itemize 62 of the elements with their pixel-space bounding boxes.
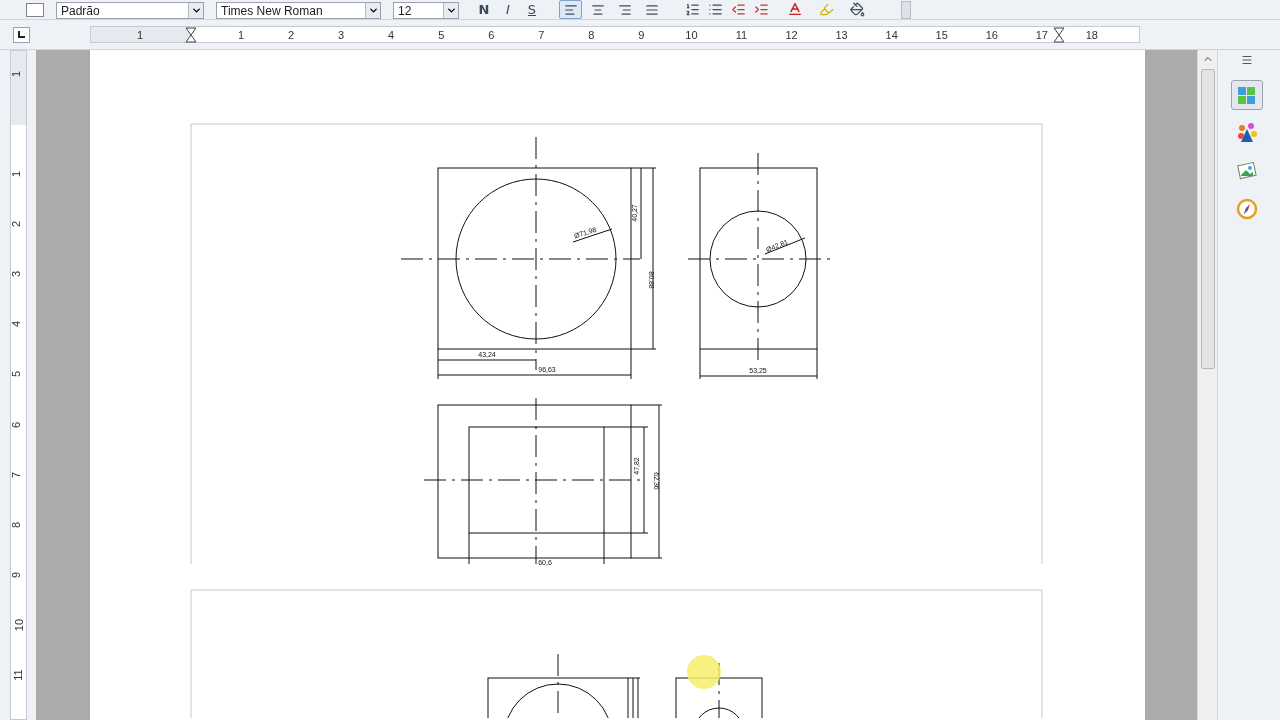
vertical-ruler[interactable]: 1 1 2 3 4 5 6 7 8 9 10 11 [9,50,27,720]
numbered-list-icon[interactable] [685,1,700,17]
ruler-number: 9 [10,571,22,578]
scrollbar-thumb[interactable] [1200,69,1215,369]
align-icon [590,2,605,17]
ruler-number: 4 [388,28,395,42]
ruler-number: 5 [10,371,22,378]
align-icon [617,2,632,17]
indent-marker-icon[interactable] [185,27,197,43]
decrease-indent-icon[interactable] [731,1,746,17]
ruler-number: 2 [10,221,22,228]
ruler-number: 1 [10,70,22,78]
ruler-number: 7 [538,28,545,42]
horizontal-ruler[interactable]: 1 1 2 3 4 5 6 7 8 9 10 11 12 13 14 15 16 17 18 [90,26,1140,43]
ruler-number: 14 [885,28,898,42]
ruler-number: 12 [785,28,798,42]
ruler-number: 2 [288,28,295,42]
format-button[interactable]: S [523,1,541,17]
ruler-number: 5 [438,28,445,42]
font-size-box[interactable]: 12 [393,2,459,19]
ruler-number: 3 [338,28,345,42]
vertical-scrollbar[interactable] [1197,50,1217,720]
font-name-box[interactable]: Times New Roman [216,2,381,19]
paint-bucket-icon[interactable] [850,1,865,17]
cursor-highlight [687,655,721,689]
ruler-number: 1 [237,28,245,42]
format-button[interactable]: I [499,1,517,17]
align-icon [563,2,578,17]
ruler-number: 11 [735,28,748,42]
align-button[interactable] [559,0,582,19]
increase-indent-icon[interactable] [754,1,769,17]
ruler-number: 1 [10,170,22,178]
ruler-number: 10 [685,28,698,42]
ruler-number: 18 [1085,28,1098,42]
ruler-number: 8 [588,28,595,42]
ruler-number: 10 [13,618,25,631]
bullet-list-icon[interactable] [708,1,723,17]
indent-marker-icon[interactable] [1053,27,1065,43]
sidebar-tab[interactable] [1230,80,1263,110]
styles-icon [1235,122,1258,144]
ruler-number: 13 [835,28,848,42]
ruler-number: 17 [1035,28,1048,42]
tab-stop-selector[interactable] [13,26,30,43]
ruler-number: 16 [985,28,998,42]
paragraph-style-box[interactable]: Padrão [56,2,204,19]
ruler-number: 9 [638,28,645,42]
font-color-icon[interactable] [787,1,803,17]
compass-icon [1235,198,1258,220]
ruler-number: 6 [488,28,495,42]
sidebar-menu-icon[interactable] [1240,54,1253,66]
ruler-number: 11 [12,669,24,681]
ruler-number: 7 [10,471,22,478]
ruler-number: 6 [10,421,22,428]
align-icon [644,2,659,17]
cubes-icon [1235,84,1258,106]
ruler-number: 4 [10,321,22,328]
ruler-number: 1 [136,28,144,42]
style-icon[interactable] [26,3,44,17]
format-button[interactable]: N [475,1,493,17]
ruler-number: 8 [10,521,22,528]
ruler-number: 15 [935,28,948,42]
ruler-number: 3 [10,271,22,278]
